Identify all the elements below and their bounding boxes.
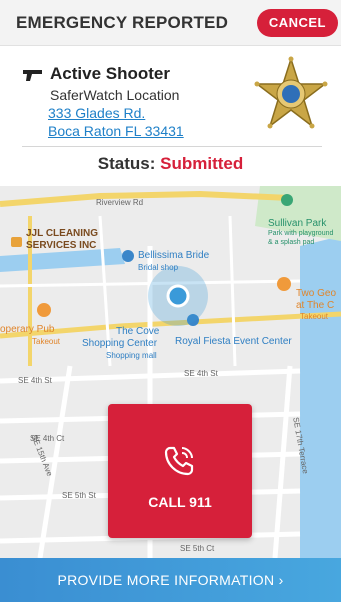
provide-more-info-row: PROVIDE MORE INFORMATION › xyxy=(0,572,341,588)
status-label: Status: xyxy=(97,154,156,173)
street-label: SE 4th St xyxy=(18,376,52,385)
poi-opera-pub-sub: Takeout xyxy=(32,337,61,346)
poi-sullivan-sub2: & a splash pad xyxy=(268,239,315,246)
poi-sullivan: Sullivan Park xyxy=(268,218,327,229)
poi-bellissima-sub: Bridal shop xyxy=(138,263,179,272)
chevron-right-icon: › xyxy=(278,572,284,588)
street-label: SE 5th Ct xyxy=(180,544,215,553)
poi-opera-pub: operary Pub xyxy=(0,324,55,335)
street-label: Riverview Rd xyxy=(96,198,144,207)
street-label: SE 5th St xyxy=(62,491,96,500)
status-value: Submitted xyxy=(160,154,244,173)
sheriff-star-badge xyxy=(254,56,328,129)
divider xyxy=(22,146,322,147)
top-bar: EMERGENCY REPORTED CANCEL xyxy=(0,0,341,46)
cancel-button[interactable]: CANCEL xyxy=(256,9,338,37)
status-line: Status: Submitted xyxy=(0,154,341,174)
page-title: EMERGENCY REPORTED xyxy=(16,13,229,32)
address-line1-link[interactable]: 333 Glades Rd. xyxy=(48,105,145,121)
provide-more-info-label: PROVIDE MORE INFORMATION xyxy=(57,572,275,588)
poi-sullivan-sub1: Park with playground xyxy=(268,230,334,237)
location-source: SaferWatch Location xyxy=(50,87,180,103)
poi-jjl-line1: JJL CLEANING xyxy=(26,228,99,239)
poi-two-geo-1: Two Geo xyxy=(296,288,337,299)
phone-ringing-icon xyxy=(164,446,194,476)
call-911-label: CALL 911 xyxy=(148,494,212,510)
poi-cove-2: Shopping Center xyxy=(82,338,158,349)
address-line2-link[interactable]: Boca Raton FL 33431 xyxy=(48,123,184,139)
poi-two-geo-3: Takeout xyxy=(300,312,329,321)
poi-bellissima: Bellissima Bride xyxy=(138,250,210,261)
poi-cove-1: The Cove xyxy=(116,326,160,337)
poi-two-geo-2: at The C xyxy=(296,300,335,311)
poi-cove-sub: Shopping mall xyxy=(106,351,157,360)
handgun-icon xyxy=(23,70,42,81)
provide-more-info-button[interactable]: PROVIDE MORE INFORMATION › xyxy=(0,558,341,602)
poi-royal-fiesta: Royal Fiesta Event Center xyxy=(175,336,292,347)
incident-type: Active Shooter xyxy=(50,64,170,83)
call-911-button[interactable]: CALL 911 xyxy=(108,404,252,538)
poi-jjl-line2: SERVICES INC xyxy=(26,240,97,251)
street-label: SE 4th St xyxy=(184,369,218,378)
